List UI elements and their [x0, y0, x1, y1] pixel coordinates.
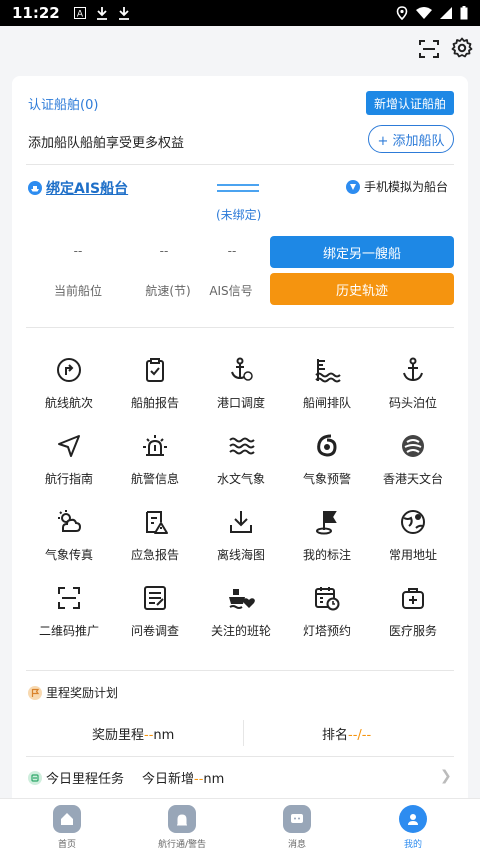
simulate-ship-link[interactable]: 手机模拟为船台: [346, 178, 448, 195]
alarm-light-icon: [143, 435, 167, 456]
tab-mine[interactable]: 我的: [368, 805, 458, 850]
cloud-sun-icon: [58, 510, 82, 532]
feature-emergency-report[interactable]: 应急报告: [112, 508, 198, 563]
top-bar: [0, 26, 480, 74]
reward-mileage: 奖励里程--nm: [92, 728, 175, 743]
feature-nav-warning[interactable]: 航警信息: [112, 432, 198, 487]
waves-icon: [229, 437, 255, 455]
qr-scan-icon: [58, 587, 80, 609]
unbound-status: (未绑定): [216, 208, 262, 222]
vertical-divider: [243, 720, 244, 746]
tab-messages[interactable]: 消息: [252, 805, 342, 850]
location-icon: [396, 6, 408, 20]
download-icon: [230, 511, 252, 533]
lock-queue-icon: [315, 359, 341, 383]
medical-kit-icon: [402, 588, 424, 609]
profile-card: 认证船舶(0) 新增认证船舶 添加船队船舶享受更多权益 + 添加船队 绑定AIS…: [12, 76, 468, 806]
feature-route[interactable]: 航线航次: [26, 356, 112, 411]
feature-ship-report[interactable]: 船舶报告: [112, 356, 198, 411]
certified-ships-title[interactable]: 认证船舶(0): [28, 94, 98, 113]
feature-medical[interactable]: 医疗服务: [370, 584, 456, 639]
gear-icon[interactable]: [451, 37, 473, 59]
person-icon: [399, 805, 427, 833]
bind-ais-link[interactable]: 绑定AIS船台: [28, 178, 128, 198]
current-position-value: --: [73, 244, 83, 258]
mileage-plan-title: 里程奖励计划: [28, 684, 118, 701]
download-notify-icon-2: [118, 7, 129, 20]
battery-icon: [460, 6, 468, 20]
status-time: 11:22: [12, 4, 60, 22]
alarm-icon: [168, 805, 196, 833]
feature-lock-queue[interactable]: 船闸排队: [284, 356, 370, 411]
home-icon: [53, 805, 81, 833]
ranking-value: --/--: [348, 728, 372, 743]
download-notify-icon: [96, 7, 107, 20]
feature-common-address[interactable]: 常用地址: [370, 508, 456, 563]
typhoon-icon: [317, 434, 337, 457]
feature-hk-observatory[interactable]: 香港天文台: [370, 432, 456, 487]
feature-weather-fax[interactable]: 气象传真: [26, 508, 112, 563]
divider: [26, 327, 454, 328]
message-icon: [283, 805, 311, 833]
simulate-ship-label: 手机模拟为船台: [364, 180, 449, 194]
anchor-icon: [403, 357, 423, 382]
divider: [26, 164, 454, 165]
route-icon: [57, 358, 81, 382]
feature-survey[interactable]: 问卷调查: [112, 584, 198, 639]
speed-label: 航速(节): [145, 284, 191, 298]
phone-ship-icon: [346, 179, 360, 194]
add-fleet-button[interactable]: + 添加船队: [368, 125, 454, 153]
ship-badge-icon: [28, 181, 42, 195]
emergency-report-icon: [146, 511, 168, 534]
ais-signal-label: AIS信号: [209, 284, 253, 298]
ship-heart-icon: [229, 589, 255, 609]
ais-signal-value: --: [227, 244, 237, 258]
feature-my-markers[interactable]: 我的标注: [284, 508, 370, 563]
tab-nav-warnings[interactable]: 航行通/警告: [137, 805, 227, 850]
feature-qr-promo[interactable]: 二维码推广: [26, 584, 112, 639]
clipboard-check-icon: [146, 358, 164, 382]
feature-offline-chart[interactable]: 离线海图: [198, 508, 284, 563]
divider: [26, 756, 454, 757]
history-track-button[interactable]: 历史轨迹: [270, 273, 454, 305]
feature-nav-guide[interactable]: 航行指南: [26, 432, 112, 487]
calendar-clock-icon: [315, 587, 340, 611]
notification-a-icon: A: [73, 7, 86, 20]
signal-lines-icon: [217, 184, 259, 192]
status-bar: 11:22 A: [0, 0, 480, 26]
flag-marker-icon: [316, 511, 337, 535]
svg-text:A: A: [77, 10, 84, 20]
task-badge-icon: [28, 770, 42, 785]
signal-icon: [440, 7, 452, 19]
flag-badge-icon: [28, 685, 42, 700]
divider: [26, 670, 454, 671]
survey-icon: [144, 586, 166, 610]
today-new-mileage: 今日新增--nm: [142, 772, 225, 787]
feature-lighthouse-booking[interactable]: 灯塔预约: [284, 584, 370, 639]
add-certified-ship-button[interactable]: 新增认证船舶: [366, 91, 454, 115]
feature-port-dispatch[interactable]: 港口调度: [198, 356, 284, 411]
feature-hydro-weather[interactable]: 水文气象: [198, 432, 284, 487]
daily-mileage-task-row[interactable]: 今日里程任务 今日新增--nm: [28, 768, 224, 787]
wifi-icon: [416, 7, 432, 19]
reward-mileage-value: --: [144, 728, 154, 743]
bind-ais-label: 绑定AIS船台: [46, 181, 129, 197]
bottom-tab-bar: 首页 航行通/警告 消息 我的: [0, 798, 480, 852]
fleet-benefits-text: 添加船队船舶享受更多权益: [28, 136, 185, 151]
tab-home[interactable]: 首页: [22, 805, 112, 850]
navigation-arrow-icon: [58, 435, 80, 457]
feature-berth[interactable]: 码头泊位: [370, 356, 456, 411]
current-position-label: 当前船位: [53, 284, 102, 298]
bind-another-ship-button[interactable]: 绑定另一艘船: [270, 236, 454, 268]
feature-followed-liners[interactable]: 关注的班轮: [198, 584, 284, 639]
scan-icon[interactable]: [418, 38, 440, 60]
feature-weather-alert[interactable]: 气象预警: [284, 432, 370, 487]
observatory-icon: [402, 435, 424, 457]
anchor-dispatch-icon: [231, 357, 253, 381]
ranking: 排名--/--: [322, 728, 372, 743]
chevron-right-icon[interactable]: ❯: [440, 768, 452, 784]
speed-value: --: [159, 244, 169, 258]
globe-pin-icon: [401, 510, 425, 534]
